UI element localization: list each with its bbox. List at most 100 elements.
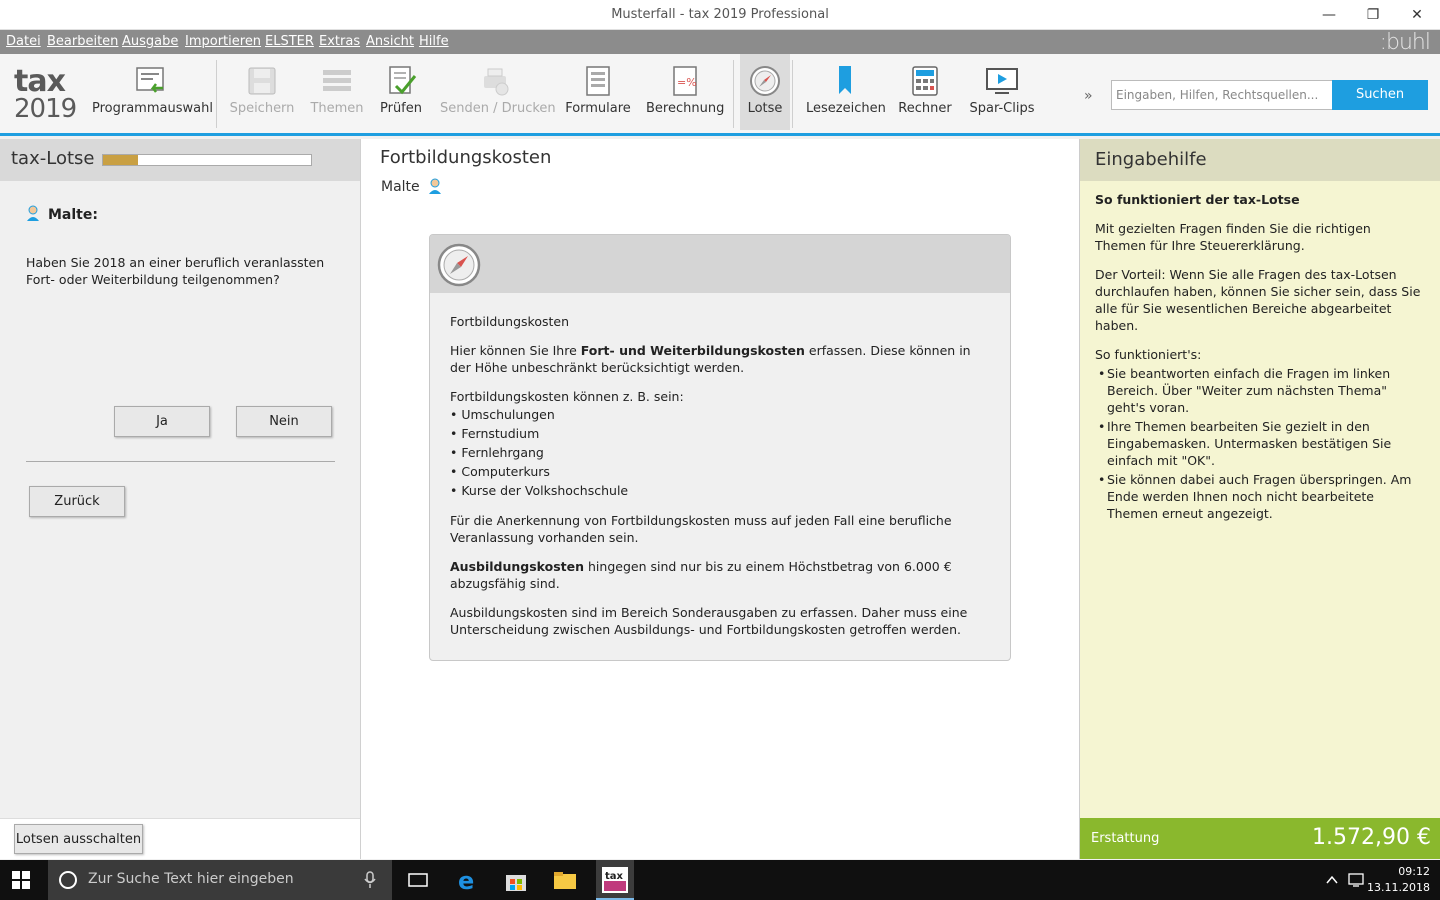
card-paragraph: Hier können Sie Ihre Fort- und Weiterbil… (450, 342, 990, 376)
window-title: Musterfall - tax 2019 Professional (611, 7, 829, 22)
refund-value: 1.572,90 € (1312, 825, 1431, 850)
file-explorer-icon[interactable] (551, 866, 579, 894)
video-icon (986, 68, 1018, 94)
close-button[interactable]: ✕ (1394, 0, 1440, 30)
formulare-button[interactable]: Formulare (562, 54, 634, 130)
chevron-up-icon[interactable] (1326, 874, 1338, 886)
menu-datei[interactable]: Datei (6, 34, 41, 49)
lesezeichen-label: Lesezeichen (806, 101, 886, 116)
task-view-icon[interactable] (404, 866, 432, 894)
windows-start-icon[interactable] (12, 871, 30, 889)
toolbar-divider (792, 60, 793, 128)
menu-bearbeiten[interactable]: Bearbeiten (47, 34, 118, 49)
divider (26, 461, 335, 462)
list-item: Fernlehrgang (450, 443, 990, 462)
back-button[interactable]: Zurück (29, 486, 125, 517)
svg-text:=%: =% (677, 76, 697, 89)
tax-logo: tax 2019 (14, 64, 77, 124)
card-paragraph: Für die Anerkennung von Fortbildungskost… (450, 513, 952, 545)
menu-extras[interactable]: Extras (319, 34, 360, 49)
tax-taskbar-button[interactable]: tax (596, 860, 634, 900)
list-item: Sie können dabei auch Fragen überspringe… (1095, 471, 1425, 522)
bold-text: Ausbildungskosten (450, 559, 585, 574)
refund-label: Erstattung (1091, 831, 1160, 846)
programmauswahl-button[interactable]: Programmauswahl (92, 54, 213, 130)
taskbar-clock[interactable]: 09:12 13.11.2018 (1367, 864, 1430, 896)
help-header: Eingabehilfe (1080, 139, 1440, 181)
senden-drucken-button[interactable]: Senden / Drucken (440, 54, 556, 130)
progress-fill (103, 155, 139, 165)
minimize-button[interactable]: — (1306, 0, 1352, 30)
logo-tax: tax (14, 64, 66, 99)
help-paragraph: Der Vorteil: Wenn Sie alle Fragen des ta… (1095, 267, 1421, 333)
berechnung-button[interactable]: =% Berechnung (646, 54, 724, 130)
taskbar-search-input[interactable]: Zur Suche Text hier eingeben (48, 860, 392, 900)
menu-elster[interactable]: ELSTER (265, 34, 314, 49)
toolbar-divider (733, 60, 734, 128)
calculator-icon (912, 66, 938, 96)
edge-browser-icon[interactable]: e (454, 866, 482, 894)
spar-clips-button[interactable]: Spar-Clips (966, 54, 1038, 130)
page-title: Fortbildungskosten (380, 147, 552, 168)
person-name: Malte: (48, 207, 98, 223)
list-item: Computerkurs (450, 462, 990, 481)
taskbar: Zur Suche Text hier eingeben e tax 09:12 (0, 860, 1440, 900)
lesezeichen-button[interactable]: Lesezeichen (806, 54, 886, 130)
info-card-body: Fortbildungskosten Hier können Sie Ihre … (430, 293, 1010, 660)
send-print-icon (484, 68, 509, 96)
info-card-header (430, 235, 1010, 293)
svg-text:tax: tax (605, 871, 624, 882)
themen-button[interactable]: Themen (306, 54, 368, 130)
help-paragraph: Mit gezielten Fragen finden Sie die rich… (1095, 221, 1371, 253)
title-bar: Musterfall - tax 2019 Professional — ❐ ✕ (0, 0, 1440, 30)
pruefen-label: Prüfen (379, 101, 422, 116)
person-icon (27, 205, 39, 221)
person-label: Malte: (26, 205, 98, 223)
lotse-question: Haben Sie 2018 an einer beruflich veranl… (26, 255, 325, 287)
list-item: Fernstudium (450, 424, 990, 443)
clock-time: 09:12 (1398, 865, 1430, 878)
program-selection-icon (136, 67, 164, 93)
compass-icon (750, 66, 780, 96)
svg-text:e: e (458, 867, 474, 894)
lotse-button[interactable]: Lotse (740, 54, 790, 130)
bold-text: Fort- und Weiterbildungskosten (580, 343, 805, 358)
rechner-button[interactable]: Rechner (896, 54, 954, 130)
check-document-icon (389, 66, 417, 95)
lotse-off-button[interactable]: Lotsen ausschalten (14, 824, 143, 854)
compass-icon (437, 243, 481, 287)
menu-ausgabe[interactable]: Ausgabe (122, 34, 178, 49)
list-item: Kurse der Volkshochschule (450, 481, 990, 500)
search-input[interactable]: Eingaben, Hilfen, Rechtsquellen... (1111, 80, 1333, 110)
help-panel: Eingabehilfe So funktioniert der tax-Lot… (1079, 139, 1440, 859)
card-paragraph: Ausbildungskosten hingegen sind nur bis … (450, 558, 990, 592)
menu-hilfe[interactable]: Hilfe (419, 34, 449, 49)
refund-bar: Erstattung 1.572,90 € (1080, 818, 1440, 859)
maximize-button[interactable]: ❐ (1350, 0, 1396, 30)
card-paragraph: Fortbildungskosten können z. B. sein: (450, 389, 684, 404)
main-content: Fortbildungskosten Malte Fortbildungskos… (361, 139, 1079, 859)
search-button[interactable]: Suchen (1332, 80, 1428, 110)
list-item: Ihre Themen bearbeiten Sie gezielt in de… (1095, 418, 1425, 469)
yes-button[interactable]: Ja (114, 406, 210, 437)
bookmark-icon (839, 66, 851, 94)
no-button[interactable]: Nein (236, 406, 332, 437)
card-heading: Fortbildungskosten (450, 314, 570, 329)
themen-label: Themen (310, 101, 364, 116)
microphone-icon[interactable] (364, 871, 376, 889)
help-paragraph: So funktioniert's: (1095, 347, 1202, 362)
menu-importieren[interactable]: Importieren (185, 34, 261, 49)
logo-year: 2019 (14, 94, 77, 124)
person-icon (429, 178, 442, 194)
calculation-icon: =% (673, 66, 697, 96)
taskbar-search-placeholder: Zur Suche Text hier eingeben (88, 871, 294, 887)
pruefen-button[interactable]: Prüfen (376, 54, 426, 130)
speichern-button[interactable]: Speichern (228, 54, 296, 130)
store-icon[interactable] (502, 866, 530, 894)
menu-ansicht[interactable]: Ansicht (366, 34, 414, 49)
network-icon[interactable] (1348, 872, 1366, 888)
toolbar-overflow-button[interactable]: » (1084, 88, 1093, 104)
clock-date: 13.11.2018 (1367, 881, 1430, 894)
help-title: Eingabehilfe (1095, 149, 1207, 170)
spar-clips-label: Spar-Clips (969, 101, 1035, 116)
